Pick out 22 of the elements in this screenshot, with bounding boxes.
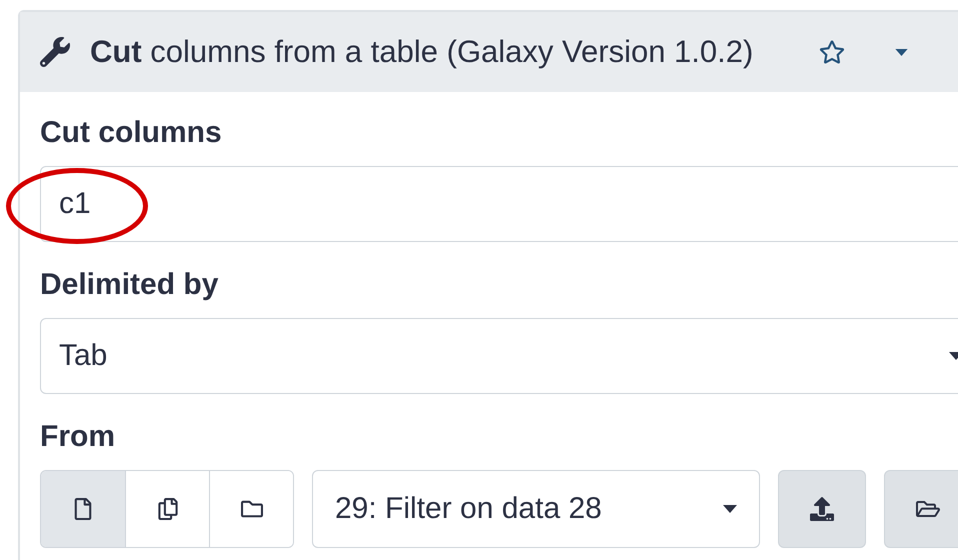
field-value: c1 — [59, 187, 91, 221]
files-icon — [156, 498, 178, 520]
input-field[interactable]: c1 — [40, 166, 958, 242]
browse-button[interactable] — [884, 470, 958, 548]
field-value: 29: Filter on data 28 — [335, 492, 602, 526]
field-value: Tab — [59, 339, 108, 373]
upload-icon — [810, 497, 834, 521]
tool-title: Cut columns from a table (Galaxy Version 1.0.2) — [90, 34, 754, 70]
field-label: Delimited by — [40, 268, 220, 302]
star-icon — [819, 39, 846, 65]
caret-icon — [723, 505, 737, 513]
options-button[interactable] — [895, 48, 908, 56]
field-label: Cut columns — [40, 116, 223, 150]
caret-icon — [895, 48, 908, 56]
select-field[interactable]: Tab — [40, 318, 958, 394]
dataset-select[interactable]: 29: Filter on data 28 — [312, 470, 760, 548]
field-label: From — [40, 420, 116, 454]
file-icon — [72, 498, 94, 520]
wrench-icon — [40, 37, 70, 67]
upload-button[interactable] — [778, 470, 866, 548]
favorite-button[interactable] — [819, 39, 846, 65]
folder-icon — [240, 498, 262, 520]
